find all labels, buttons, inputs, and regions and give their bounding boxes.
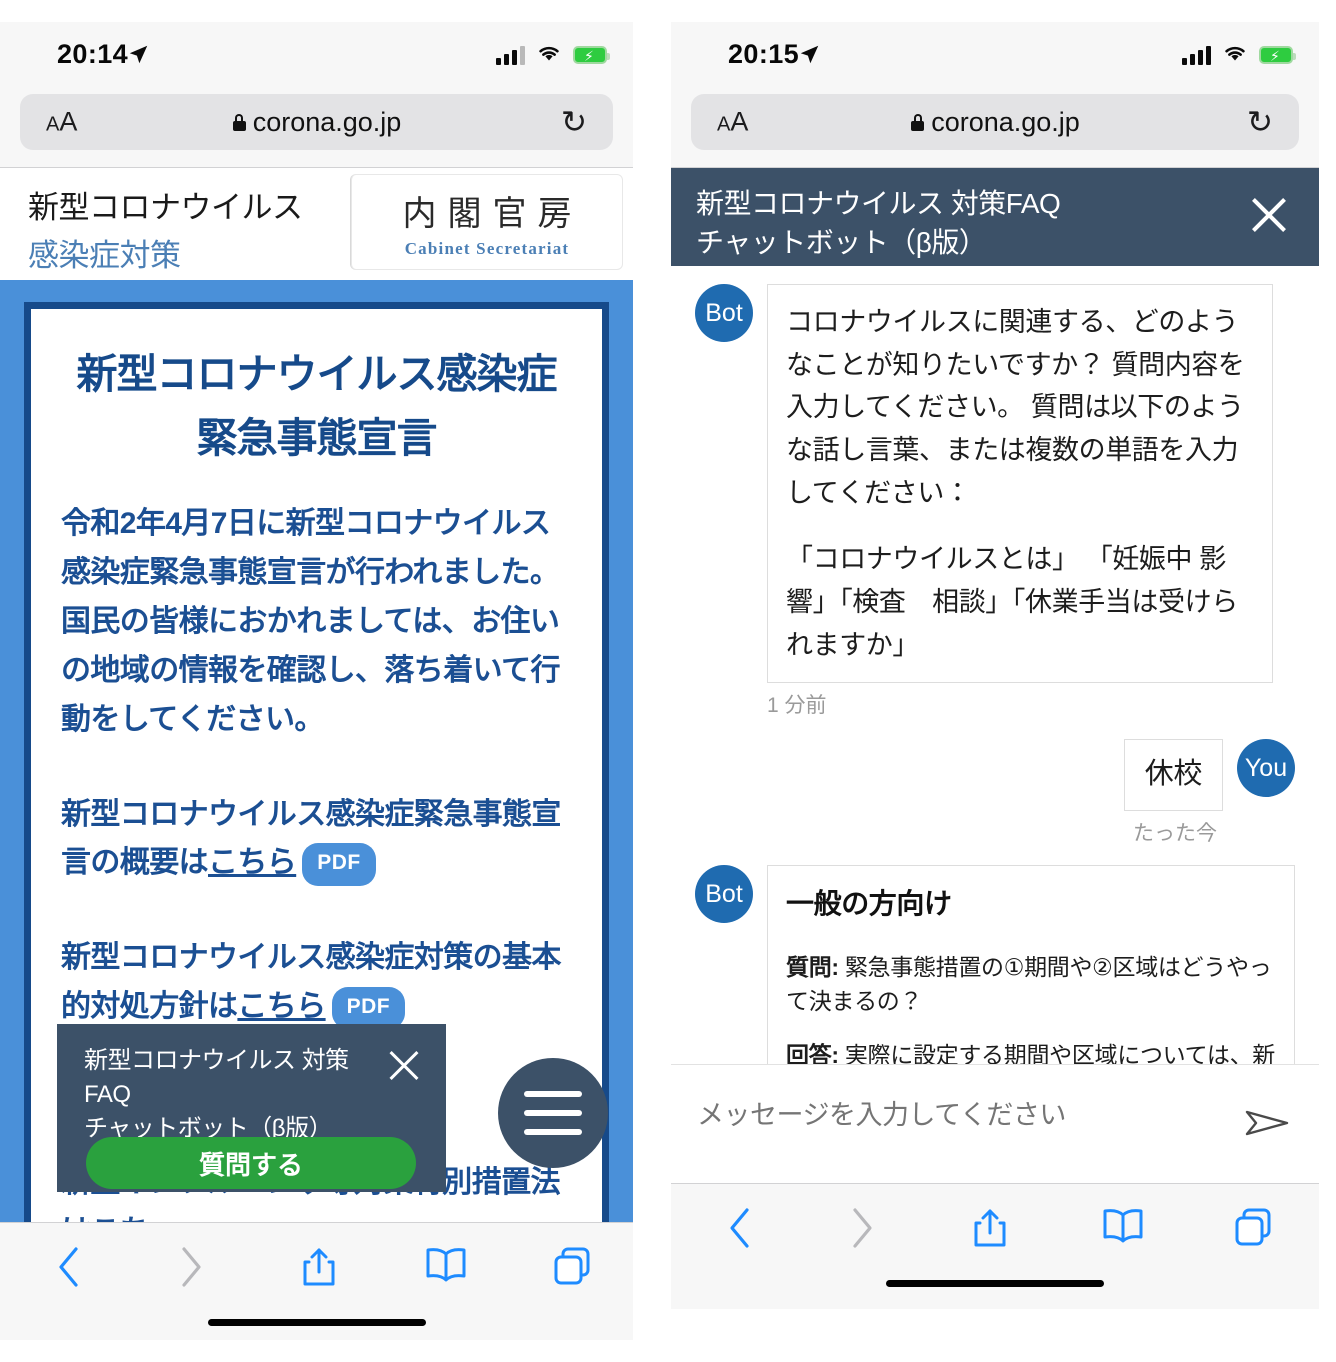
message-timestamp: 1 分前 [767, 694, 827, 718]
left-status-bar: 20:14 ⚡ [0, 22, 633, 94]
share-icon[interactable] [971, 1206, 1009, 1255]
status-indicators: ⚡ [496, 42, 610, 67]
message-timestamp: たった今 [1133, 822, 1217, 846]
right-browser-chrome: AA corona.go.jp ↻ [671, 94, 1319, 167]
battery-charging-icon: ⚡ [1259, 45, 1296, 64]
pdf-link-2: 新型コロナウイルス感染症対策の基本的対処方針はこちら PDF [61, 934, 572, 1032]
cellular-bars-icon [1182, 45, 1211, 65]
qa-label: 回答: [786, 1042, 839, 1064]
close-icon[interactable] [1247, 192, 1291, 236]
send-icon[interactable] [1243, 1101, 1291, 1145]
right-phone-screenshot: 20:15 ⚡ AA corona.go.jp ↻ 新型コロナウイルス 対策FA… [671, 22, 1319, 1340]
left-browser-chrome: AA corona.go.jp ↻ [0, 94, 633, 167]
left-phone-screenshot: 20:14 ⚡ AA corona.go.jp ↻ 新型コロナウイルス 感染症対… [0, 22, 633, 1340]
pdf-link-1-anchor[interactable]: こちら [208, 846, 297, 879]
avatar: Bot [695, 284, 753, 342]
tabs-icon[interactable] [1233, 1206, 1273, 1253]
chatbot-teaser-title-line1: 新型コロナウイルス 対策FAQ [84, 1047, 349, 1109]
answer-title: 一般の方向け [786, 888, 952, 920]
avatar: You [1237, 739, 1295, 798]
right-status-bar: 20:15 ⚡ [671, 22, 1319, 94]
site-title-line1: 新型コロナウイルス [28, 190, 303, 225]
page-title-line2: 緊急事態宣言 [196, 414, 438, 461]
pdf-link-1: 新型コロナウイルス感染症緊急事態宣言の概要はこちら PDF [61, 791, 572, 889]
pdf-link-2-anchor[interactable]: こちら [237, 990, 326, 1023]
home-indicator [886, 1280, 1104, 1287]
chevron-left-icon[interactable] [56, 1245, 82, 1294]
chatbot-header: 新型コロナウイルス 対策FAQ チャットボット（β版） [671, 168, 1319, 266]
close-icon[interactable] [385, 1046, 423, 1084]
reload-icon[interactable]: ↻ [1247, 107, 1273, 138]
message-bubble: 休校 [1123, 739, 1223, 812]
book-icon[interactable] [424, 1245, 468, 1290]
chevron-right-icon [849, 1206, 875, 1255]
address-bar[interactable]: AA corona.go.jp ↻ [20, 94, 613, 150]
avatar: Bot [695, 865, 753, 924]
ask-question-button[interactable]: 質問する [86, 1137, 416, 1189]
chatbot-header-title: 新型コロナウイルス 対策FAQ チャットボット（β版） [696, 184, 1229, 262]
left-safari-toolbar [0, 1222, 633, 1340]
chatbot-teaser-title: 新型コロナウイルス 対策FAQ チャットボット（β版） [84, 1044, 380, 1146]
tabs-icon[interactable] [552, 1245, 592, 1292]
chatbot-teaser-popup: 新型コロナウイルス 対策FAQ チャットボット（β版） 質問する [57, 1024, 446, 1192]
lock-icon [232, 113, 246, 131]
cabinet-logo-en: Cabinet Secretariat [404, 238, 570, 258]
location-arrow-icon [799, 44, 820, 70]
url-text: corona.go.jp [252, 106, 402, 137]
chat-composer [671, 1064, 1319, 1183]
message-input[interactable] [695, 1099, 1179, 1132]
text-size-button[interactable]: AA [717, 107, 748, 138]
text-size-button[interactable]: AA [46, 107, 77, 138]
chat-message-bot-intro: Bot コロナウイルスに関連する、どのようなことが知りたいですか？ 質問内容を入… [695, 284, 1295, 684]
cellular-bars-icon [496, 45, 525, 65]
status-time: 20:15 [728, 39, 800, 69]
book-icon[interactable] [1101, 1206, 1145, 1251]
chat-message-user: 休校 You [695, 739, 1295, 812]
qa-item: 質問: 緊急事態措置の①期間や②区域はどうやって決まるの？ [786, 950, 1276, 1018]
pdf-badge: PDF [302, 843, 376, 886]
qa-text: 緊急事態措置の①期間や②区域はどうやって決まるの？ [786, 954, 1272, 1015]
screenshot-stage: 20:14 ⚡ AA corona.go.jp ↻ 新型コロナウイルス 感染症対… [0, 0, 1336, 1362]
message-paragraph: 「コロナウイルスとは」 「妊娠中 影響」「検査 相談」「休業手当は受けられますか… [786, 544, 1238, 660]
chat-message-bot-answer: Bot 一般の方向け 質問: 緊急事態措置の①期間や②区域はどうやって決まるの？… [695, 865, 1295, 1064]
cabinet-logo-ja: 内閣官房 [402, 195, 583, 233]
location-arrow-icon [128, 44, 149, 70]
status-time: 20:14 [57, 39, 129, 69]
url-text: corona.go.jp [931, 106, 1080, 137]
page-title-line1: 新型コロナウイルス感染症 [76, 351, 558, 397]
qa-item: 回答: 実際に設定する期間や区域については、新型インフルエンザ等緊急事態の発生時… [786, 1038, 1276, 1064]
chevron-left-icon[interactable] [727, 1206, 753, 1255]
wifi-icon [1222, 42, 1248, 67]
battery-charging-icon: ⚡ [573, 45, 610, 64]
hamburger-menu-icon[interactable] [498, 1058, 608, 1168]
address-bar[interactable]: AA corona.go.jp ↻ [691, 94, 1299, 150]
chevron-right-icon [178, 1245, 204, 1294]
chat-message-log[interactable]: Bot コロナウイルスに関連する、どのようなことが知りたいですか？ 質問内容を入… [671, 266, 1319, 1064]
wifi-icon [536, 42, 562, 67]
reload-icon[interactable]: ↻ [561, 107, 587, 138]
status-indicators: ⚡ [1182, 42, 1296, 67]
site-header: 新型コロナウイルス 感染症対策 内閣官房 Cabinet Secretariat [0, 168, 633, 280]
chatbot-header-title-line1: 新型コロナウイルス 対策FAQ [696, 188, 1061, 219]
site-title[interactable]: 新型コロナウイルス 感染症対策 [0, 168, 350, 280]
message-bubble: 一般の方向け 質問: 緊急事態措置の①期間や②区域はどうやって決まるの？ 回答:… [767, 865, 1295, 1064]
url-display[interactable]: corona.go.jp [232, 106, 402, 138]
message-paragraph: コロナウイルスに関連する、どのようなことが知りたいですか？ 質問内容を入力してく… [786, 307, 1245, 508]
cabinet-secretariat-logo[interactable]: 内閣官房 Cabinet Secretariat [350, 174, 623, 270]
site-title-line2: 感染症対策 [28, 238, 181, 273]
message-bubble: コロナウイルスに関連する、どのようなことが知りたいですか？ 質問内容を入力してく… [767, 284, 1273, 684]
intro-paragraph: 令和2年4月7日に新型コロナウイルス感染症緊急事態宣言が行われました。 国民の皆… [61, 507, 561, 736]
home-indicator [207, 1319, 426, 1326]
right-safari-toolbar [671, 1183, 1319, 1309]
page-title: 新型コロナウイルス感染症 緊急事態宣言 [61, 343, 572, 470]
chatbot-header-title-line2: チャットボット（β版） [696, 227, 987, 259]
qa-label: 質問: [786, 954, 839, 981]
url-display[interactable]: corona.go.jp [910, 107, 1080, 138]
lock-icon [910, 113, 925, 131]
share-icon[interactable] [300, 1245, 338, 1294]
qa-text: 実際に設定する期間や区域については、新型インフルエンザ等緊急事態の発生時に、新型… [844, 1042, 1276, 1064]
